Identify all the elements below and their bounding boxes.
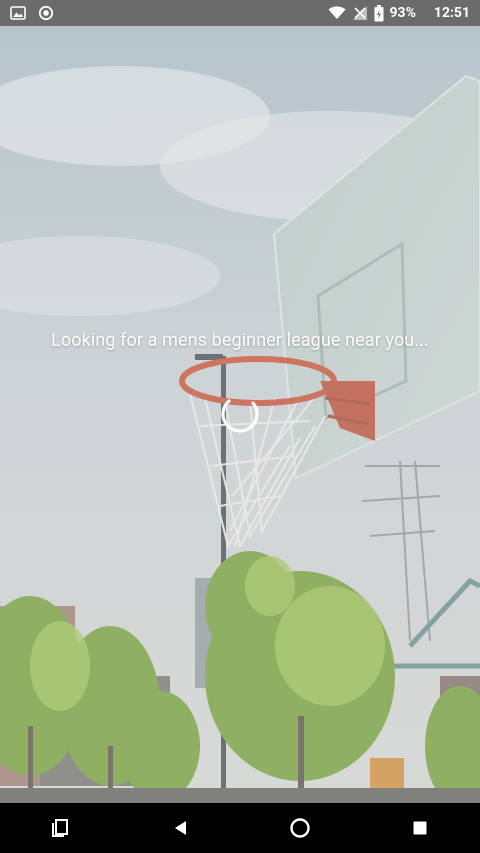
- status-time: 12:51: [433, 5, 470, 21]
- image-icon: [10, 5, 26, 21]
- home-button[interactable]: [280, 808, 320, 848]
- status-bar: 93% 12:51: [0, 0, 480, 26]
- background-photo: Looking for a mens beginner league near …: [0, 26, 480, 803]
- back-button[interactable]: [160, 808, 200, 848]
- record-icon: [38, 5, 54, 21]
- recents-icon: [52, 819, 68, 837]
- recents-button[interactable]: [40, 808, 80, 848]
- loading-message: Looking for a mens beginner league near …: [51, 330, 429, 351]
- home-icon: [290, 818, 310, 838]
- wifi-icon: [328, 6, 346, 20]
- overview-icon: [413, 821, 427, 835]
- back-icon: [175, 821, 186, 835]
- overview-button[interactable]: [400, 808, 440, 848]
- navigation-bar: [0, 803, 480, 853]
- no-signal-icon: [352, 5, 368, 21]
- loading-spinner: [218, 392, 262, 436]
- battery-icon: [374, 4, 384, 22]
- battery-percent: 93%: [389, 5, 416, 21]
